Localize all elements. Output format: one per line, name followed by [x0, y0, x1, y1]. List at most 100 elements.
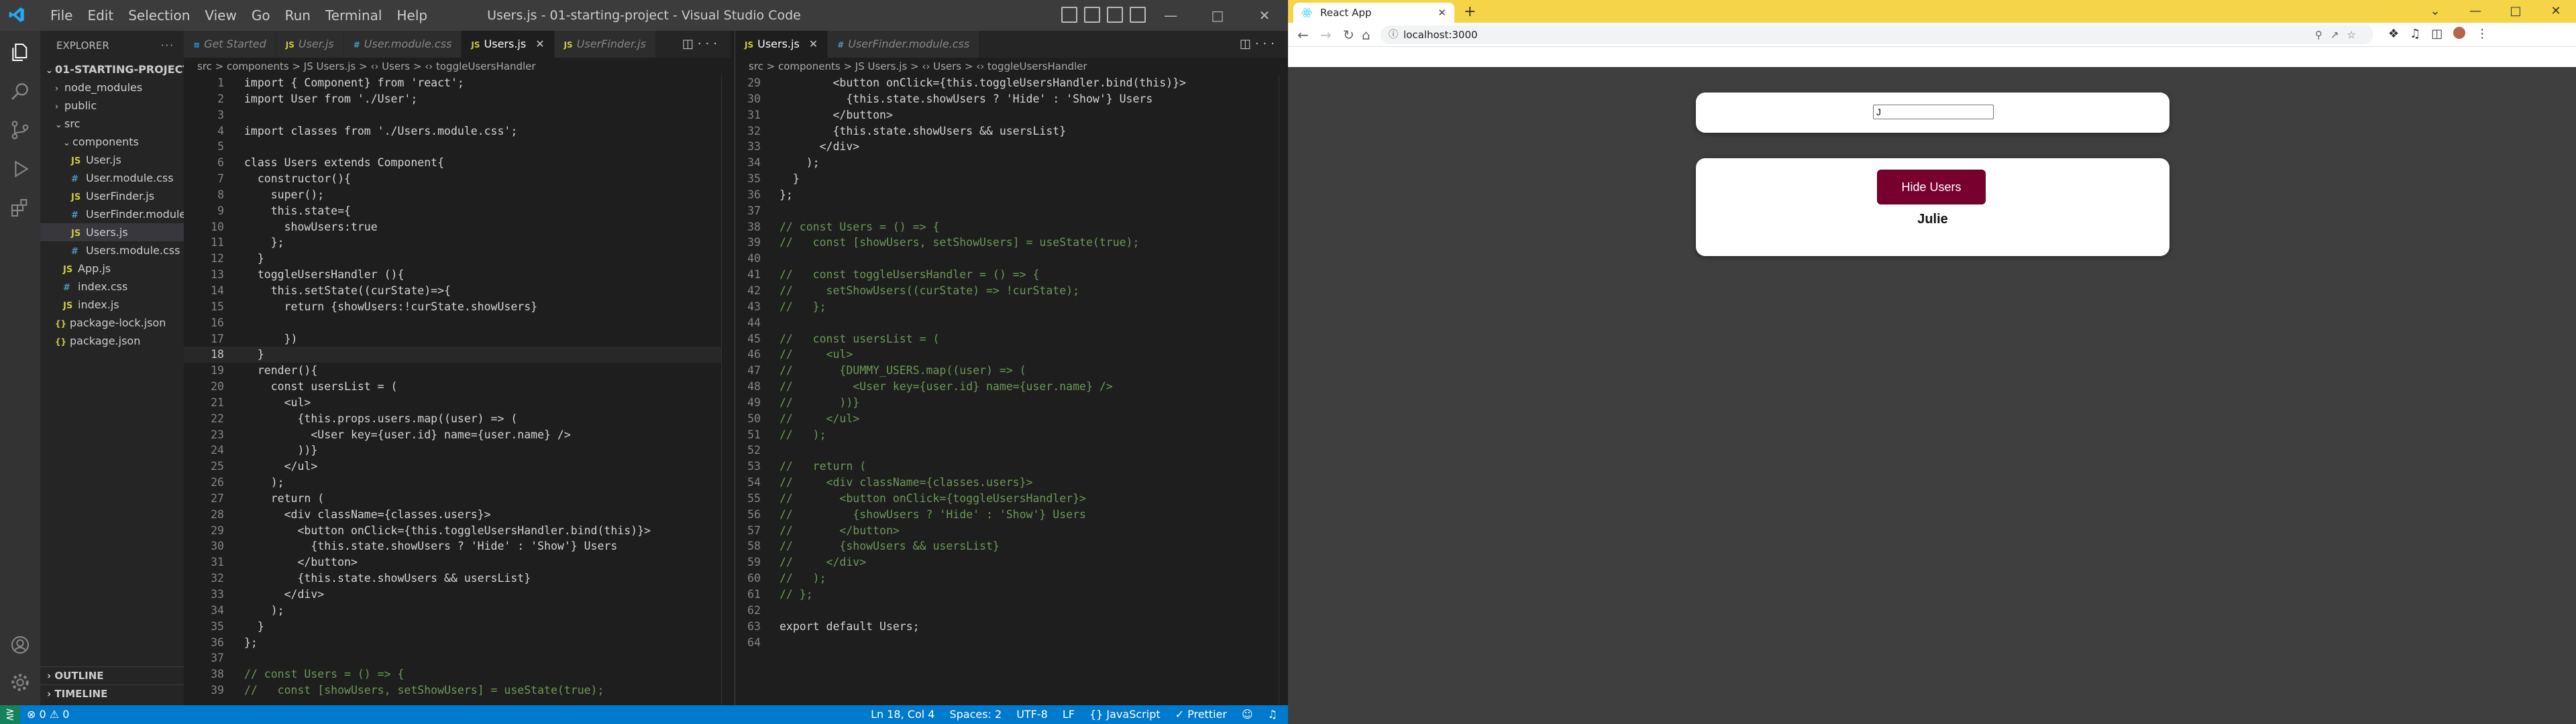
tab-users-js[interactable]: JS Users.js ✕ [462, 31, 555, 58]
code-line[interactable]: 42 // setShowUsers((curState) => !curStat… [735, 283, 1288, 299]
language-mode[interactable]: {} JavaScript [1089, 705, 1161, 724]
close-tab-icon[interactable]: ✕ [809, 38, 818, 50]
code-line[interactable]: 33 </div> [735, 139, 1288, 155]
code-line[interactable]: 49 // ))} [735, 395, 1288, 411]
code-line[interactable]: 14 this.setState((curState)=>{ [184, 283, 731, 299]
close-tab-icon[interactable]: ✕ [1438, 3, 1446, 23]
breadcrumb[interactable]: src > components > JS Users.js > ‹› User… [735, 58, 1288, 75]
code-line[interactable]: 8 super(); [184, 187, 731, 203]
chevron-down-icon[interactable]: ⌄ [2415, 0, 2455, 23]
breadcrumb[interactable]: src > components > JS Users.js > ‹› User… [184, 58, 731, 75]
code-line[interactable]: 62 [735, 603, 1288, 619]
code-line[interactable]: 37 [735, 203, 1288, 219]
code-line[interactable]: 58 // {showUsers && usersList} [735, 538, 1288, 554]
code-line[interactable]: 28 <div className={classes.users}> [184, 507, 731, 523]
notifications-bell-icon[interactable]: ♫ [1268, 705, 1277, 724]
tree-item-src[interactable]: ⌄ src [40, 115, 184, 133]
split-editor-icon[interactable]: ◫ [682, 37, 698, 51]
code-line[interactable]: 41 // const toggleUsersHandler = () => { [735, 267, 1288, 283]
maximize-icon[interactable]: □ [1194, 0, 1241, 31]
code-line[interactable]: 9 this.state={ [184, 203, 731, 219]
tree-item-node-modules[interactable]: › node_modules [40, 78, 184, 97]
code-line[interactable]: 60 // ); [735, 570, 1288, 587]
code-line[interactable]: 38 // const Users = () => { [184, 666, 731, 682]
tab-get-started[interactable]: ≡ Get Started [184, 31, 276, 58]
code-line[interactable]: 21 <ul> [184, 395, 731, 411]
browser-tab[interactable]: React App ✕ [1293, 3, 1454, 23]
code-line[interactable]: 56 // {showUsers ? 'Hide' : 'Show'} Users [735, 507, 1288, 523]
menu-item-run[interactable]: Run [278, 0, 318, 31]
code-line[interactable]: 39 // const [showUsers, setShowUsers] = u… [184, 682, 731, 699]
source-control-icon[interactable] [9, 119, 31, 141]
code-line[interactable]: 35 } [735, 171, 1288, 187]
code-line[interactable]: 31 </button> [184, 554, 731, 570]
tree-item-userfinder-js[interactable]: JS UserFinder.js [40, 187, 184, 205]
code-editor-left[interactable]: 1 import { Component} from 'react'; 2 impor… [184, 75, 731, 699]
code-line[interactable]: 26 ); [184, 475, 731, 491]
code-line[interactable]: 10 showUsers:true [184, 219, 731, 235]
editor-scrollbar[interactable] [721, 75, 731, 705]
code-line[interactable]: 5 [184, 139, 731, 155]
tab-user-js[interactable]: JS User.js [276, 31, 344, 58]
toggle-sidebar-icon[interactable] [1061, 7, 1077, 23]
code-line[interactable]: 22 {this.props.users.map((user) => ( [184, 411, 731, 427]
code-line[interactable]: 54 // <div className={classes.users}> [735, 475, 1288, 491]
close-tab-icon[interactable]: ✕ [535, 38, 544, 50]
menu-item-terminal[interactable]: Terminal [318, 0, 390, 31]
toggle-secondary-sidebar-icon[interactable] [1107, 7, 1123, 23]
more-actions-icon[interactable]: ··· [161, 31, 174, 60]
code-line[interactable]: 25 </ul> [184, 459, 731, 475]
tree-item-index-js[interactable]: JS index.js [40, 296, 184, 314]
code-line[interactable]: 29 <button onClick={this.toggleUsersHand… [184, 523, 731, 539]
bookmark-star-icon[interactable]: ☆ [2347, 29, 2364, 41]
browser-menu-icon[interactable]: ⋮ [2476, 27, 2488, 41]
tree-item-package-json[interactable]: {} package.json [40, 332, 184, 350]
extensions-puzzle-icon[interactable]: ❖ [2388, 27, 2399, 41]
explorer-icon[interactable] [9, 42, 31, 63]
code-line[interactable]: 37 [184, 650, 731, 666]
tab-users-js[interactable]: JS Users.js ✕ [735, 31, 828, 58]
close-icon[interactable]: ✕ [1241, 0, 1288, 31]
toggle-panel-icon[interactable] [1084, 7, 1100, 23]
code-line[interactable]: 4 import classes from './Users.module.css… [184, 123, 731, 139]
menu-item-selection[interactable]: Selection [121, 0, 197, 31]
code-editor-right[interactable]: 29 <button onClick={this.toggleUsersHand… [735, 75, 1288, 650]
profile-avatar-icon[interactable] [2453, 27, 2466, 39]
code-line[interactable]: 11 }; [184, 235, 731, 251]
menu-item-go[interactable]: Go [244, 0, 278, 31]
code-line[interactable]: 61 // }; [735, 587, 1288, 603]
code-line[interactable]: 23 <User key={user.id} name={user.name} … [184, 427, 731, 443]
home-icon[interactable]: ⌂ [1362, 27, 1371, 43]
code-line[interactable]: 19 render(){ [184, 363, 731, 379]
extensions-icon[interactable] [9, 197, 31, 219]
code-line[interactable]: 44 [735, 315, 1288, 331]
code-line[interactable]: 63 export default Users; [735, 619, 1288, 635]
code-line[interactable]: 35 } [184, 619, 731, 635]
account-icon[interactable] [9, 634, 31, 656]
code-line[interactable]: 13 toggleUsersHandler (){ [184, 267, 731, 283]
tree-item-index-css[interactable]: # index.css [40, 278, 184, 296]
code-line[interactable]: 50 // </ul> [735, 411, 1288, 427]
new-tab-icon[interactable]: + [1464, 3, 1476, 21]
code-line[interactable]: 32 {this.state.showUsers && usersList} [184, 570, 731, 587]
tree-item-userfinder-module-[interactable]: # UserFinder.module... [40, 205, 197, 223]
more-actions-icon[interactable]: ··· [1255, 37, 1279, 51]
feedback-icon[interactable]: ☺ [1242, 705, 1253, 724]
code-line[interactable]: 39 // const [showUsers, setShowUsers] = u… [735, 235, 1288, 251]
settings-gear-icon[interactable] [9, 672, 31, 693]
code-line[interactable]: 45 // const usersList = ( [735, 331, 1288, 347]
minimize-icon[interactable]: — [2455, 0, 2496, 23]
code-line[interactable]: 3 [184, 107, 731, 123]
code-line[interactable]: 30 {this.state.showUsers ? 'Hide' : 'Sho… [184, 538, 731, 554]
code-line[interactable]: 18 } [184, 347, 731, 363]
code-line[interactable]: 40 [735, 251, 1288, 267]
code-line[interactable]: 51 // ); [735, 427, 1288, 443]
indentation[interactable]: Spaces: 2 [949, 705, 1002, 724]
code-line[interactable]: 52 [735, 442, 1288, 459]
close-icon[interactable]: ✕ [2536, 0, 2576, 23]
code-line[interactable]: 55 // <button onClick={toggleUsersHandler… [735, 491, 1288, 507]
code-line[interactable]: 43 // }; [735, 299, 1288, 315]
code-line[interactable]: 16 [184, 315, 731, 331]
code-line[interactable]: 34 ); [735, 155, 1288, 171]
code-line[interactable]: 38 // const Users = () => { [735, 219, 1288, 235]
